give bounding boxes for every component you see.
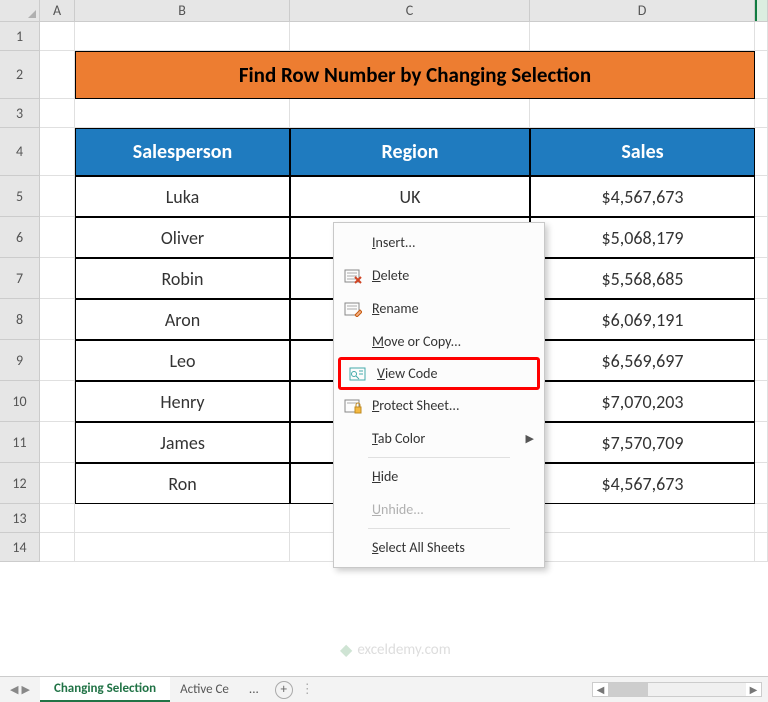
table-cell-person[interactable]: Luka	[75, 176, 290, 217]
menu-view-code[interactable]: View Code	[338, 357, 540, 390]
menu-insert-label: Insert...	[372, 234, 534, 251]
row-header-14[interactable]: 14	[0, 533, 39, 562]
menu-insert[interactable]: Insert...	[336, 226, 542, 259]
row-header-6[interactable]: 6	[0, 217, 39, 258]
tab-nav-prev-icon[interactable]: ◀	[10, 683, 18, 696]
submenu-arrow-icon: ▶	[526, 432, 534, 445]
scroll-thumb[interactable]	[608, 683, 648, 696]
table-cell-person[interactable]: Henry	[75, 381, 290, 422]
blank-icon	[342, 501, 364, 519]
row-header-2[interactable]: 2	[0, 51, 39, 99]
menu-protect-label: Protect Sheet...	[372, 397, 534, 414]
sheet-tab-active[interactable]: Changing Selection	[40, 677, 170, 702]
table-cell-person[interactable]: Robin	[75, 258, 290, 299]
table-cell-sales[interactable]: $5,568,685	[530, 258, 755, 299]
table-cell-sales[interactable]: $7,570,709	[530, 422, 755, 463]
table-header-b[interactable]: Salesperson	[75, 128, 290, 176]
row-header-7[interactable]: 7	[0, 258, 39, 299]
table-cell-sales[interactable]: $6,569,697	[530, 340, 755, 381]
view-code-icon	[347, 365, 369, 383]
row-header-12[interactable]: 12	[0, 463, 39, 504]
menu-protect-sheet[interactable]: Protect Sheet...	[336, 389, 542, 422]
table-cell-sales[interactable]: $6,069,191	[530, 299, 755, 340]
menu-selectall-label: Select All Sheets	[372, 539, 534, 556]
table-cell-person[interactable]: Leo	[75, 340, 290, 381]
row-header-13[interactable]: 13	[0, 504, 39, 533]
menu-rename-label: Rename	[372, 300, 534, 317]
menu-select-all-sheets[interactable]: Select All Sheets	[336, 531, 542, 564]
table-cell-sales[interactable]: $5,068,179	[530, 217, 755, 258]
delete-sheet-icon	[342, 267, 364, 285]
menu-hide-label: Hide	[372, 468, 534, 485]
column-headers-row: A B C D	[0, 0, 768, 22]
table-header-d[interactable]: Sales	[530, 128, 755, 176]
table-cell-person[interactable]: Aron	[75, 299, 290, 340]
select-all-corner[interactable]	[0, 0, 40, 21]
menu-move-label: Move or Copy...	[372, 333, 534, 350]
menu-unhide: Unhide...	[336, 493, 542, 526]
scroll-track[interactable]	[608, 683, 746, 696]
row-header-11[interactable]: 11	[0, 422, 39, 463]
menu-separator	[368, 528, 510, 529]
table-cell-region[interactable]: UK	[290, 176, 530, 217]
protect-sheet-icon	[342, 397, 364, 415]
row-header-9[interactable]: 9	[0, 340, 39, 381]
table-cell-person[interactable]: Oliver	[75, 217, 290, 258]
menu-delete-label: Delete	[372, 267, 534, 284]
scroll-right-icon[interactable]: ▶	[746, 683, 761, 696]
table-cell-sales[interactable]: $4,567,673	[530, 463, 755, 504]
menu-tabcolor-label: Tab Color	[372, 430, 534, 447]
menu-separator	[368, 457, 510, 458]
table-cell-person[interactable]: Ron	[75, 463, 290, 504]
watermark-text: exceldemy.com	[357, 641, 450, 659]
blank-icon	[342, 539, 364, 557]
row-headers: 1234567891011121314	[0, 22, 40, 562]
sheet-tab-more[interactable]: ...	[239, 678, 269, 701]
menu-move-copy[interactable]: Move or Copy...	[336, 325, 542, 358]
tab-nav-next-icon[interactable]: ▶	[21, 683, 29, 696]
table-cell-person[interactable]: James	[75, 422, 290, 463]
menu-rename[interactable]: Rename	[336, 292, 542, 325]
table-cell-sales[interactable]: $4,567,673	[530, 176, 755, 217]
menu-delete[interactable]: Delete	[336, 259, 542, 292]
blank-icon	[342, 430, 364, 448]
col-header-D[interactable]: D	[530, 0, 755, 21]
menu-viewcode-label: View Code	[377, 365, 529, 382]
col-header-A[interactable]: A	[40, 0, 75, 21]
watermark: ◆ exceldemy.com	[340, 640, 451, 660]
col-header-E[interactable]	[755, 0, 768, 21]
page-title: Find Row Number by Changing Selection	[75, 51, 755, 99]
horizontal-scrollbar[interactable]: ◀ ▶	[592, 682, 762, 697]
table-cell-sales[interactable]: $7,070,203	[530, 381, 755, 422]
menu-unhide-label: Unhide...	[372, 501, 534, 518]
sheet-tab-bar: ◀ ▶ Changing Selection Active Ce ... + ⋮…	[0, 676, 768, 702]
table-header-c[interactable]: Region	[290, 128, 530, 176]
row-header-5[interactable]: 5	[0, 176, 39, 217]
menu-tab-color[interactable]: Tab Color ▶	[336, 422, 542, 455]
row-header-10[interactable]: 10	[0, 381, 39, 422]
watermark-icon: ◆	[340, 640, 352, 660]
sheet-tab-other[interactable]: Active Ce	[170, 678, 239, 701]
tab-bar-grip-icon[interactable]: ⋮	[293, 682, 322, 697]
sheet-tab-context-menu: Insert... Delete Rename Move or Copy... …	[333, 222, 545, 568]
col-header-C[interactable]: C	[290, 0, 530, 21]
row-header-3[interactable]: 3	[0, 99, 39, 128]
menu-hide[interactable]: Hide	[336, 460, 542, 493]
add-sheet-button[interactable]: +	[275, 681, 293, 699]
row-header-8[interactable]: 8	[0, 299, 39, 340]
tab-nav-buttons[interactable]: ◀ ▶	[0, 683, 40, 696]
blank-icon	[342, 468, 364, 486]
scroll-left-icon[interactable]: ◀	[593, 683, 608, 696]
col-header-B[interactable]: B	[75, 0, 290, 21]
row-header-1[interactable]: 1	[0, 22, 39, 51]
rename-sheet-icon	[342, 300, 364, 318]
row-header-4[interactable]: 4	[0, 128, 39, 176]
blank-icon	[342, 333, 364, 351]
blank-icon	[342, 234, 364, 252]
